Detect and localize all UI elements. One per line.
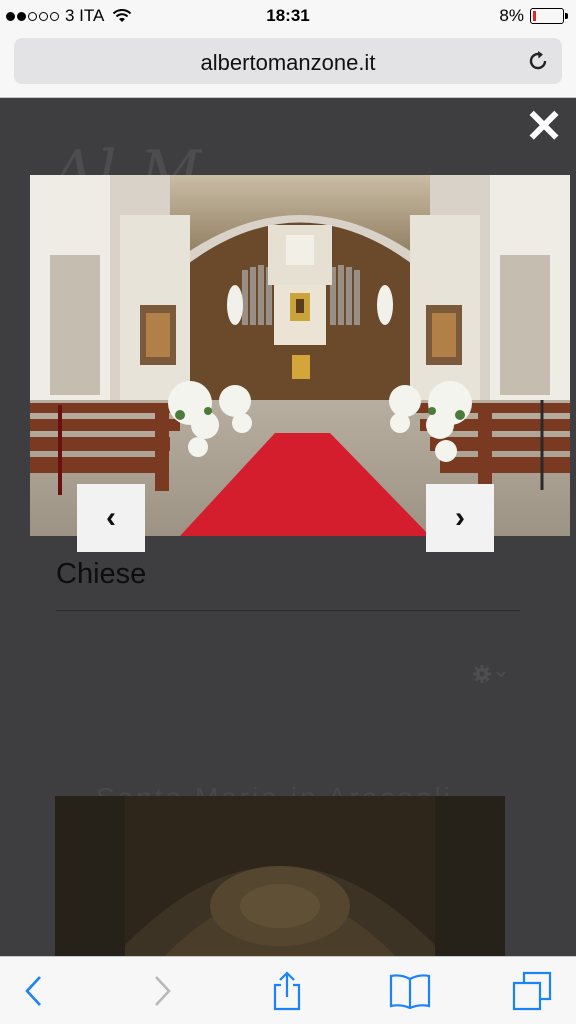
lightbox-overlay: Al M ✕ ‹ › Chiese xyxy=(0,98,576,956)
image-caption: Chiese xyxy=(56,558,147,590)
status-bar: 3 ITA 18:31 8% xyxy=(0,0,576,34)
clock: 18:31 xyxy=(266,6,310,25)
settings-menu[interactable] xyxy=(472,664,506,684)
browser-toolbar xyxy=(0,956,576,1024)
battery-status: 8% xyxy=(499,6,568,26)
previous-image-button[interactable]: ‹ xyxy=(77,484,145,552)
bookmarks-icon[interactable] xyxy=(388,971,432,1011)
battery-icon xyxy=(530,8,568,24)
article-thumbnail xyxy=(55,796,505,956)
church-interior-photo xyxy=(30,175,570,536)
forward-icon[interactable] xyxy=(140,971,184,1011)
tabs-icon[interactable] xyxy=(510,971,554,1011)
caption-divider xyxy=(56,610,520,611)
gear-icon xyxy=(473,665,491,683)
battery-percent: 8% xyxy=(499,6,524,25)
back-icon[interactable] xyxy=(12,971,56,1011)
close-button[interactable]: ✕ xyxy=(524,103,564,149)
reload-icon[interactable] xyxy=(526,49,550,73)
url-domain[interactable]: albertomanzone.it xyxy=(14,50,562,76)
share-icon[interactable] xyxy=(265,971,309,1011)
browser-address-area: albertomanzone.it xyxy=(0,34,576,98)
next-image-button[interactable]: › xyxy=(426,484,494,552)
chevron-down-icon xyxy=(496,671,506,678)
address-bar[interactable]: albertomanzone.it xyxy=(14,38,562,84)
